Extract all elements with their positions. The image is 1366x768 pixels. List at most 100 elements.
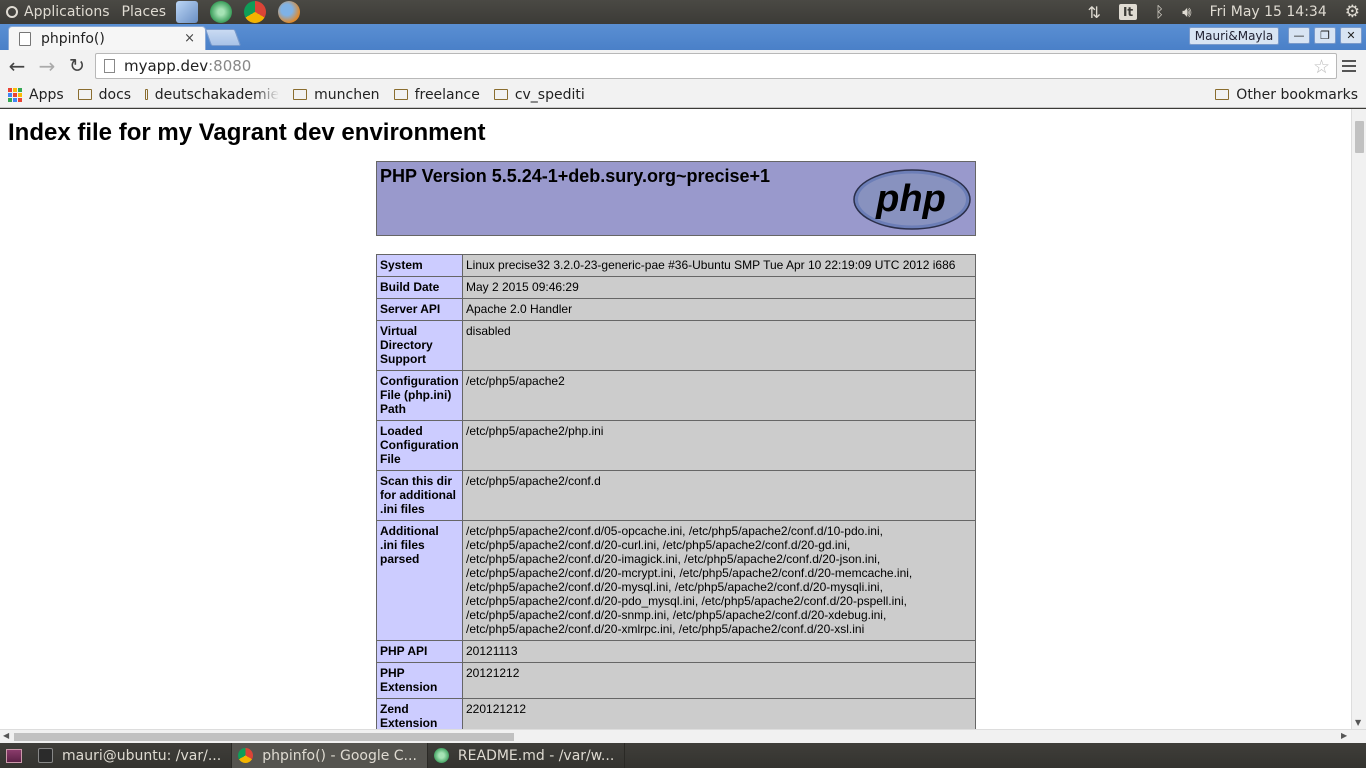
phpinfo-table: System Linux precise32 3.2.0-23-generic-p… [376,254,976,729]
bookmark-label: cv_spediti [514,86,585,103]
bookmark-folder-deutschakademie[interactable]: deutschakademie [137,83,285,107]
phpinfo-key: Configuration File (php.ini) Path [376,370,463,421]
applications-menu[interactable]: Applications [0,0,116,24]
taskbar-item-label: mauri@ubuntu: /var/... [62,747,222,764]
phpinfo-row: Server API Apache 2.0 Handler [376,298,976,321]
php-logo-text: php [875,178,946,220]
keyboard-layout-indicator[interactable]: It [1110,4,1146,20]
phpinfo-value: disabled [462,320,976,371]
tab-title: phpinfo() [41,30,105,47]
bluetooth-icon[interactable]: ᛒ [1146,3,1173,21]
folder-icon [393,89,408,100]
page-info-icon[interactable] [104,59,115,73]
phpinfo-row: Zend Extension 220121212 [376,698,976,729]
chrome-menu-icon[interactable] [1338,54,1360,78]
profile-button[interactable]: Mauri&Mayla [1189,27,1279,45]
phpinfo-value: /etc/php5/apache2/conf.d [462,470,976,521]
phpinfo-value: Apache 2.0 Handler [462,298,976,321]
phpinfo-key: PHP API [376,640,463,663]
phpinfo-key: Scan this dir for additional .ini files [376,470,463,521]
places-menu-label: Places [121,4,167,20]
vertical-scrollbar[interactable]: ▼ [1351,109,1366,729]
bookmark-folder-freelance[interactable]: freelance [386,83,486,107]
bookmark-star-icon[interactable]: ☆ [1313,56,1330,78]
window-close-button[interactable]: ✕ [1340,27,1362,44]
phpinfo-row: Loaded Configuration File/etc/php5/apach… [376,420,976,471]
bookmark-apps[interactable]: Apps [0,83,70,107]
other-bookmarks-folder[interactable]: Other bookmarks [1207,83,1364,107]
show-desktop-icon[interactable] [6,748,22,763]
phpinfo-value: /etc/php5/apache2/conf.d/05-opcache.ini,… [462,520,976,641]
browser-tab-strip: phpinfo() × Mauri&Mayla — ❐ ✕ [0,24,1366,50]
phpinfo-key: Virtual Directory Support [376,320,463,371]
folder-icon [1215,89,1230,100]
new-tab-button[interactable] [204,29,242,46]
tab-close-icon[interactable]: × [184,31,195,46]
taskbar-item-label: phpinfo() - Google C... [262,747,417,764]
back-arrow-icon[interactable]: ← [3,52,31,80]
virtualbox-launcher-icon[interactable] [176,1,199,23]
php-version-header: PHP Version 5.5.24-1+deb.sury.org~precis… [376,161,976,236]
atom-launcher-icon[interactable] [210,1,233,23]
phpinfo-row: System Linux precise32 3.2.0-23-generic-p… [376,254,976,277]
taskbar-item-atom[interactable]: README.md - /var/w... [428,743,626,768]
address-bar[interactable]: myapp.dev:8080 ☆ [95,53,1337,79]
minimize-button[interactable]: — [1288,27,1310,44]
page-icon [19,31,31,46]
page-title: Index file for my Vagrant dev environmen… [8,119,486,146]
bookmark-folder-docs[interactable]: docs [70,83,137,107]
horizontal-scrollbar-thumb[interactable] [14,733,514,741]
volume-icon[interactable]: 🔊︎ [1173,3,1200,21]
phpinfo-row: Configuration File (php.ini) Path/etc/ph… [376,370,976,421]
php-logo-icon[interactable]: php [853,169,971,230]
maximize-button[interactable]: ❐ [1314,27,1336,44]
reload-icon[interactable]: ↻ [63,52,91,80]
phpinfo-key: Loaded Configuration File [376,420,463,471]
clock[interactable]: Fri May 15 14:34 [1201,4,1336,20]
forward-arrow-icon[interactable]: → [33,52,61,80]
chrome-launcher-icon[interactable] [244,1,267,23]
network-transfer-icon[interactable]: ⇅ [1079,3,1110,22]
phpinfo-row: PHP Extension 20121212 [376,662,976,699]
bookmark-folder-munchen[interactable]: munchen [285,83,385,107]
scroll-down-arrow-icon[interactable]: ▼ [1355,718,1361,727]
phpinfo-key: PHP Extension [376,662,463,699]
phpinfo-key: Additional .ini files parsed [376,520,463,641]
bookmark-label: freelance [414,86,480,103]
phpinfo-row: Additional .ini files parsed/etc/php5/ap… [376,520,976,641]
tab-phpinfo[interactable]: phpinfo() × [8,26,206,50]
scroll-left-arrow-icon[interactable]: ◀ [3,731,9,740]
ubuntu-logo-icon [6,6,18,18]
taskbar-item-chrome[interactable]: phpinfo() - Google C... [232,743,428,768]
taskbar-item-label: README.md - /var/w... [457,747,615,764]
taskbar-item-terminal[interactable]: mauri@ubuntu: /var/... [32,743,233,768]
applications-menu-label: Applications [24,4,110,20]
phpinfo-value: /etc/php5/apache2/php.ini [462,420,976,471]
phpinfo-value: 220121212 [462,698,976,729]
phpinfo-row: Build Date May 2 2015 09:46:29 [376,276,976,299]
bookmarks-bar: Apps docs deutschakademie munchen freela… [0,82,1366,108]
phpinfo-key: Zend Extension [376,698,463,729]
phpinfo-value: 20121212 [462,662,976,699]
firefox-launcher-icon[interactable] [278,1,301,23]
phpinfo-row: Virtual Directory Support disabled [376,320,976,371]
vertical-scrollbar-thumb[interactable] [1355,121,1364,153]
url-port: :8080 [208,57,252,75]
phpinfo-row: Scan this dir for additional .ini files /… [376,470,976,521]
places-menu[interactable]: Places [116,0,173,24]
phpinfo-key: Build Date [376,276,463,299]
phpinfo-key: Server API [376,298,463,321]
phpinfo-key: System [376,254,463,277]
phpinfo-value: May 2 2015 09:46:29 [462,276,976,299]
bookmark-label: Apps [29,86,64,103]
scroll-right-arrow-icon[interactable]: ▶ [1341,731,1347,740]
keyboard-layout-label: It [1118,4,1138,20]
phpinfo-value: 20121113 [462,640,976,663]
other-bookmarks-label: Other bookmarks [1236,86,1358,103]
settings-gear-icon[interactable]: ⚙ [1336,2,1366,22]
folder-icon [493,89,508,100]
folder-icon [77,89,92,100]
url-host: myapp.dev [124,57,209,75]
horizontal-scrollbar[interactable]: ◀ ▶ [0,729,1366,743]
bookmark-folder-cv-spediti[interactable]: cv_spediti [486,83,591,107]
